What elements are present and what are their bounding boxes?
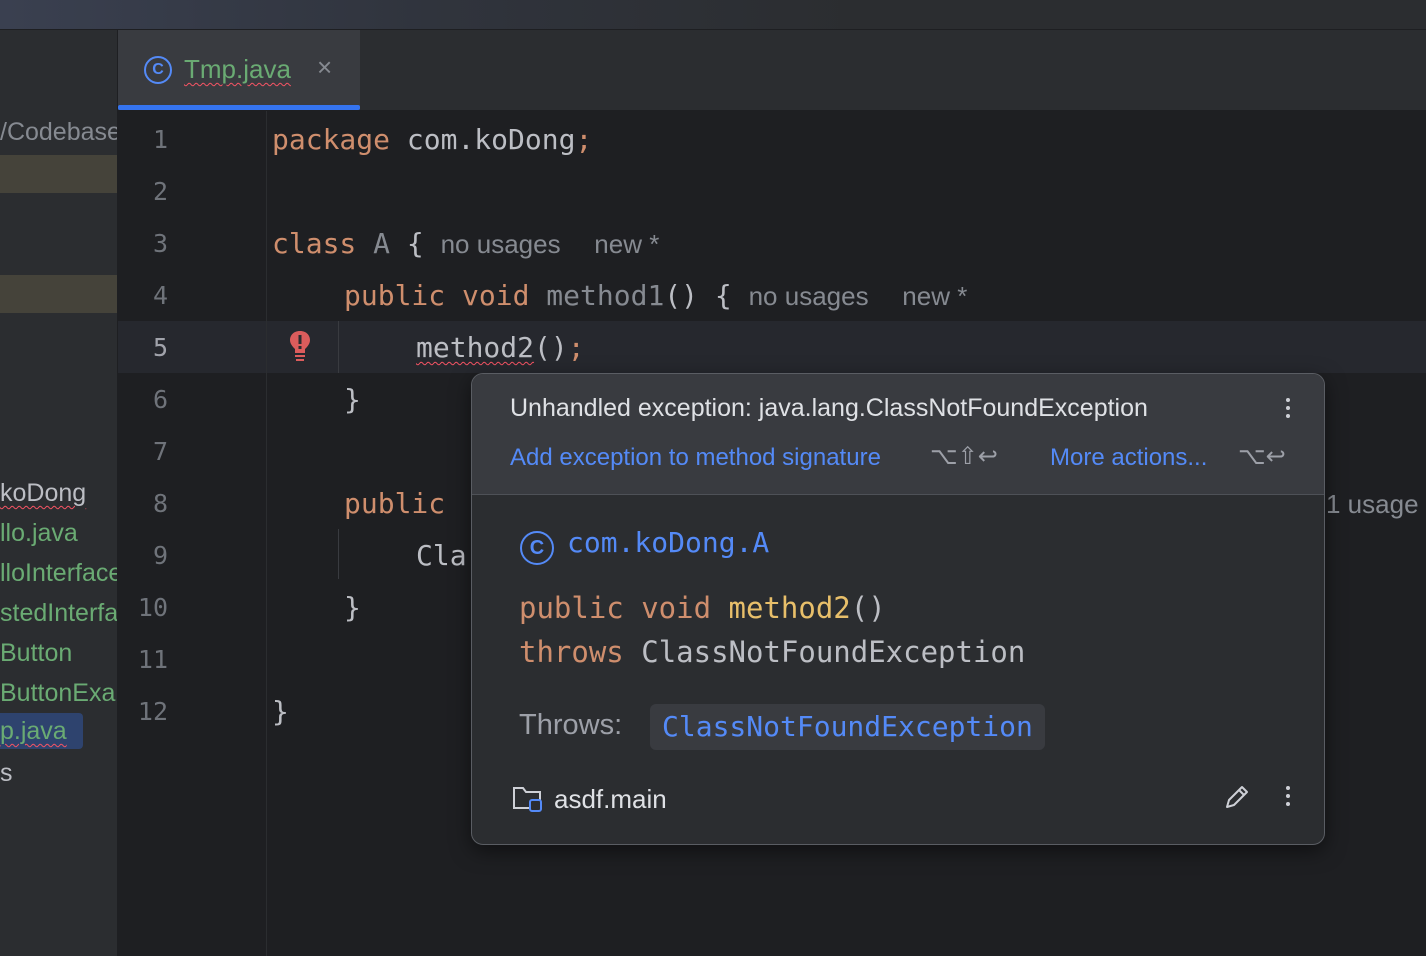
tree-item-file[interactable]: ButtonExample <box>0 675 117 711</box>
more-options-icon[interactable] <box>1284 786 1292 810</box>
project-tree: /Codebase koDong llo.java lloInterface s… <box>0 30 118 956</box>
tree-highlight-row <box>0 275 117 313</box>
more-options-icon[interactable] <box>1284 398 1292 422</box>
code-line-1: package com.koDong; <box>272 123 593 156</box>
usages-hint: no usages <box>440 229 561 259</box>
tree-item-selected-file[interactable]: p.java <box>0 713 83 749</box>
line-number: 12 <box>137 697 168 726</box>
error-bulb-icon[interactable] <box>288 329 312 363</box>
error-message: Unhandled exception: java.lang.ClassNotF… <box>510 394 1148 422</box>
line-number: 3 <box>152 229 168 258</box>
line-number: 10 <box>137 593 168 622</box>
tree-item-file[interactable]: Button <box>0 635 72 671</box>
active-tab-indicator <box>118 105 360 110</box>
code-line-12: } <box>272 695 289 728</box>
author-hint: new * <box>594 229 660 259</box>
line-number: 11 <box>137 645 168 674</box>
tree-item-file[interactable]: llo.java <box>0 515 78 551</box>
code-line-5: method2(); <box>416 331 585 364</box>
code-line-6: } <box>344 383 361 416</box>
author-hint: new * <box>902 281 968 311</box>
add-exception-shortcut: ⌥⇧↩ <box>930 443 998 470</box>
class-name-link[interactable]: com.koDong.A <box>567 526 769 559</box>
editor-tab-bar: C Tmp.java × <box>118 30 1426 111</box>
tree-item-file[interactable]: lloInterface <box>0 555 117 591</box>
indent-guide <box>338 321 339 373</box>
throws-exception-link[interactable]: ClassNotFoundException <box>650 704 1045 750</box>
line-number: 8 <box>152 489 168 518</box>
popup-header: Unhandled exception: java.lang.ClassNotF… <box>472 374 1324 495</box>
module-folder-icon <box>513 787 542 812</box>
indent-guide <box>338 529 339 579</box>
line-number: 7 <box>152 437 168 466</box>
title-bar <box>0 0 1426 30</box>
line-number: 1 <box>152 125 168 154</box>
line-number-current: 5 <box>152 333 168 362</box>
code-line-3: class A { no usages new * <box>272 227 660 260</box>
project-path: /Codebase <box>0 118 118 146</box>
method-throws-clause: throws ClassNotFoundException <box>519 635 1026 669</box>
edit-pencil-icon[interactable] <box>1222 782 1252 812</box>
module-name: asdf.main <box>554 784 667 814</box>
current-line-highlight <box>118 321 1426 373</box>
line-number: 9 <box>152 541 168 570</box>
code-line-8: public <box>344 487 446 520</box>
usages-hint: no usages <box>748 281 869 311</box>
class-icon: C <box>520 531 554 565</box>
tree-item-folder[interactable]: s <box>0 755 13 791</box>
close-icon[interactable]: × <box>317 52 332 83</box>
more-actions-shortcut: ⌥↩ <box>1238 443 1286 470</box>
error-call: method2 <box>416 331 535 364</box>
tree-highlight-row <box>0 155 117 193</box>
tab-tmp-java[interactable]: C Tmp.java × <box>118 30 360 110</box>
line-number: 2 <box>152 177 168 206</box>
line-number: 4 <box>152 281 168 310</box>
line-number: 6 <box>152 385 168 414</box>
class-icon: C <box>144 56 172 84</box>
tab-label: Tmp.java <box>184 54 291 84</box>
error-popup: Unhandled exception: java.lang.ClassNotF… <box>471 373 1325 845</box>
method-signature: public void method2() <box>519 591 886 625</box>
code-line-4: public void method1() { no usages new * <box>344 279 968 312</box>
add-exception-action[interactable]: Add exception to method signature <box>510 444 881 472</box>
more-actions-link[interactable]: More actions... <box>1050 444 1207 472</box>
tree-item-package[interactable]: koDong <box>0 475 86 511</box>
tree-item-file[interactable]: stedInterface <box>0 595 117 631</box>
code-line-9: Cla <box>416 539 467 572</box>
usages-hint: 1 usage <box>1326 489 1419 519</box>
gutter-divider <box>266 111 267 956</box>
throws-label: Throws: <box>519 709 623 741</box>
code-line-10: } <box>344 591 361 624</box>
